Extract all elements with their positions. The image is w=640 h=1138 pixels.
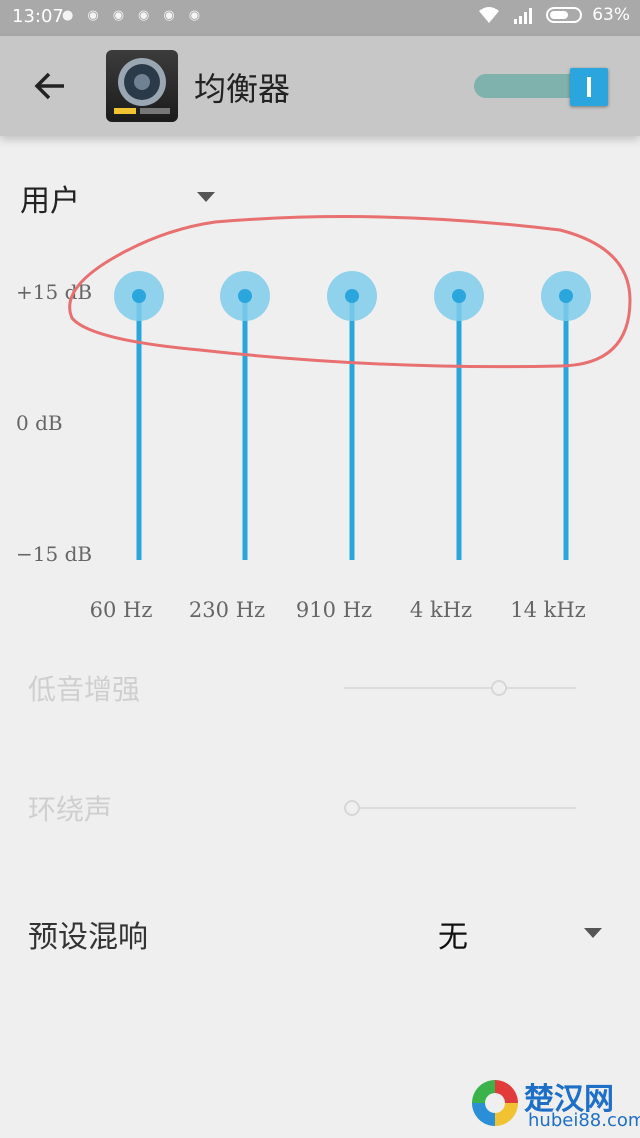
notification-icon: ● <box>62 8 88 23</box>
status-time: 13:07 <box>12 6 64 27</box>
signal-icon <box>514 8 533 24</box>
band-label: 14 kHz <box>510 598 586 622</box>
watermark: 楚汉网 hubei88.com <box>472 1076 640 1132</box>
notification-icon: ◉ <box>87 8 113 23</box>
status-bar: 13:07 ●◉◉◉◉◉ 63% <box>0 0 640 36</box>
surround-slider-track[interactable] <box>344 807 576 809</box>
equalizer-sliders <box>68 215 632 560</box>
app-bar: 均衡器 <box>0 36 640 136</box>
bass-boost-label: 低音增强 <box>28 673 141 706</box>
notification-icons: ●◉◉◉◉◉ <box>62 8 214 23</box>
battery-percent: 63% <box>592 5 630 25</box>
bass-boost-slider-track[interactable] <box>344 687 576 689</box>
surround-label: 环绕声 <box>28 793 113 826</box>
notification-icon: ◉ <box>188 8 215 23</box>
status-right: 63% <box>476 5 630 25</box>
page-title: 均衡器 <box>194 70 291 108</box>
notification-icon: ◉ <box>112 8 139 23</box>
back-arrow-icon[interactable] <box>30 66 70 106</box>
band-label: 60 Hz <box>89 598 153 622</box>
speaker-app-icon <box>106 50 178 122</box>
band-slider-thumb[interactable] <box>345 289 359 303</box>
wifi-icon <box>479 7 500 23</box>
band-slider-thumb[interactable] <box>238 289 252 303</box>
notification-icon: ◉ <box>138 8 164 23</box>
band-slider-thumb[interactable] <box>452 289 466 303</box>
battery-icon <box>546 7 583 23</box>
equalizer-switch-thumb[interactable] <box>570 68 608 106</box>
bass-boost-slider-thumb[interactable] <box>491 680 508 696</box>
band-label: 230 Hz <box>188 598 266 622</box>
band-slider-thumb[interactable] <box>132 289 146 303</box>
watermark-url: hubei88.com <box>528 1110 640 1131</box>
surround-slider-thumb[interactable] <box>344 800 360 816</box>
preset-reverb-value[interactable]: 无 <box>438 912 468 956</box>
band-label: 4 kHz <box>409 598 473 622</box>
band-label: 910 Hz <box>295 598 373 622</box>
chevron-down-icon[interactable] <box>584 928 602 938</box>
watermark-logo-icon <box>472 1080 518 1126</box>
notification-icon: ◉ <box>163 8 189 23</box>
band-slider-thumb[interactable] <box>559 289 573 303</box>
preset-reverb-label: 预设混响 <box>28 920 148 955</box>
